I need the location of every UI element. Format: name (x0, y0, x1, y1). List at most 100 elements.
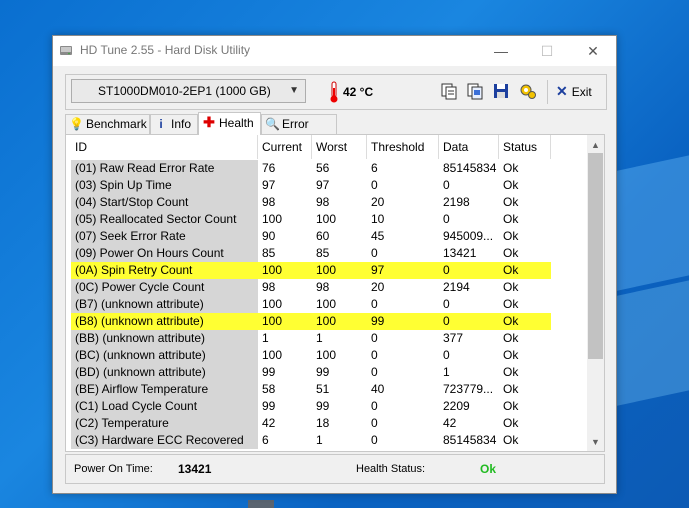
column-header-id[interactable]: ID (71, 135, 258, 159)
cell-data: 723779... (443, 382, 494, 396)
exit-button[interactable]: ✕ Exit (556, 83, 592, 100)
cell-worst: 1 (316, 331, 323, 345)
tab-error-scan[interactable]: 🔍Error Scan (261, 114, 337, 150)
cell-threshold: 0 (371, 416, 378, 430)
cell-threshold: 0 (371, 399, 378, 413)
title-bar[interactable]: HD Tune 2.55 - Hard Disk Utility — ☐ ✕ (53, 36, 616, 66)
cell-data: 13421 (443, 246, 477, 260)
cell-id: (01) Raw Read Error Rate (71, 160, 258, 177)
table-row[interactable]: (0A) Spin Retry Count 100 100 97 0 Ok (71, 262, 551, 279)
table-row[interactable]: (C2) Temperature 42 18 0 42 Ok (71, 415, 551, 432)
cell-threshold: 97 (371, 263, 385, 277)
lightbulb-icon: 💡 (69, 117, 84, 131)
table-row[interactable]: (BC) (unknown attribute) 100 100 0 0 Ok (71, 347, 551, 364)
cell-id: (03) Spin Up Time (71, 177, 258, 194)
table-row[interactable]: (01) Raw Read Error Rate 76 56 6 85145834 Ok (71, 160, 551, 177)
column-header-status[interactable]: Status (499, 135, 551, 159)
cell-data: 42 (443, 416, 457, 430)
cell-id: (BC) (unknown attribute) (71, 347, 258, 364)
cell-worst: 99 (316, 399, 330, 413)
info-icon: i (159, 117, 163, 131)
hard-disk-app-icon (60, 46, 72, 55)
cell-data: 0 (443, 297, 450, 311)
table-row[interactable]: (C1) Load Cycle Count 99 99 0 2209 Ok (71, 398, 551, 415)
scroll-down-arrow-icon[interactable]: ▼ (587, 434, 604, 451)
cell-worst: 100 (316, 348, 337, 362)
cell-current: 100 (262, 348, 283, 362)
maximize-button[interactable]: ☐ (524, 36, 570, 66)
cell-current: 99 (262, 365, 276, 379)
cell-data: 2209 (443, 399, 470, 413)
cell-current: 100 (262, 297, 283, 311)
cell-current: 76 (262, 161, 276, 175)
table-row[interactable]: (04) Start/Stop Count 98 98 20 2198 Ok (71, 194, 551, 211)
tab-benchmark[interactable]: 💡 Benchmark (65, 114, 150, 134)
thermometer-icon (330, 81, 338, 103)
cell-status: Ok (503, 195, 519, 209)
cell-threshold: 45 (371, 229, 385, 243)
column-header-threshold[interactable]: Threshold (367, 135, 439, 159)
cell-data: 2194 (443, 280, 470, 294)
copy-text-icon[interactable] (440, 82, 458, 100)
table-row[interactable]: (BD) (unknown attribute) 99 99 0 1 Ok (71, 364, 551, 381)
minimize-button[interactable]: — (478, 36, 524, 66)
column-header-data[interactable]: Data (439, 135, 499, 159)
scrollbar-thumb[interactable] (588, 153, 603, 359)
cell-status: Ok (503, 263, 519, 277)
cell-worst: 18 (316, 416, 330, 430)
cell-current: 97 (262, 178, 276, 192)
cell-worst: 100 (316, 263, 337, 277)
table-row[interactable]: (B8) (unknown attribute) 100 100 99 0 Ok (71, 313, 551, 330)
copy-screenshot-icon[interactable] (466, 82, 484, 100)
scroll-up-arrow-icon[interactable]: ▲ (587, 137, 604, 154)
cell-id: (B7) (unknown attribute) (71, 296, 258, 313)
table-row[interactable]: (07) Seek Error Rate 90 60 45 945009... Ok (71, 228, 551, 245)
exit-label: Exit (571, 85, 592, 99)
table-row[interactable]: (B7) (unknown attribute) 100 100 0 0 Ok (71, 296, 551, 313)
cell-data: 0 (443, 178, 450, 192)
drive-select-value: ST1000DM010-2EP1 (1000 GB) (98, 84, 271, 98)
table-row[interactable]: (09) Power On Hours Count 85 85 0 13421 Ok (71, 245, 551, 262)
table-row[interactable]: (C3) Hardware ECC Recovered 6 1 0 85145834 Ok (71, 432, 551, 449)
window-title: HD Tune 2.55 - Hard Disk Utility (80, 43, 251, 57)
cell-data: 945009... (443, 229, 494, 243)
cell-current: 1 (262, 331, 269, 345)
cell-id: (B8) (unknown attribute) (71, 313, 258, 330)
tab-info[interactable]: i Info (150, 114, 198, 134)
table-row[interactable]: (BB) (unknown attribute) 1 1 0 377 Ok (71, 330, 551, 347)
table-row[interactable]: (0C) Power Cycle Count 98 98 20 2194 Ok (71, 279, 551, 296)
cell-worst: 98 (316, 195, 330, 209)
cell-worst: 99 (316, 365, 330, 379)
cell-status: Ok (503, 382, 519, 396)
column-header-current[interactable]: Current (258, 135, 312, 159)
options-icon[interactable] (519, 82, 537, 100)
table-row[interactable]: (BE) Airflow Temperature 58 51 40 723779... O… (71, 381, 551, 398)
power-on-time-label: Power On Time: (74, 463, 153, 475)
drive-select[interactable]: ST1000DM010-2EP1 (1000 GB) ▼ (71, 79, 306, 103)
cell-threshold: 0 (371, 297, 378, 311)
column-header-worst[interactable]: Worst (312, 135, 367, 159)
close-button[interactable]: ✕ (570, 36, 616, 66)
table-row[interactable]: (03) Spin Up Time 97 97 0 0 Ok (71, 177, 551, 194)
table-row[interactable]: (05) Reallocated Sector Count 100 100 10 0 Ok (71, 211, 551, 228)
cell-threshold: 6 (371, 161, 378, 175)
cell-worst: 56 (316, 161, 330, 175)
cell-data: 0 (443, 348, 450, 362)
cell-data: 0 (443, 263, 450, 277)
cell-id: (BB) (unknown attribute) (71, 330, 258, 347)
cell-threshold: 10 (371, 212, 385, 226)
cell-current: 98 (262, 195, 276, 209)
cell-id: (BD) (unknown attribute) (71, 364, 258, 381)
vertical-scrollbar[interactable]: ▲ ▼ (587, 135, 604, 451)
health-panel: ID Current Worst Threshold Data Status (… (65, 134, 605, 452)
cell-current: 90 (262, 229, 276, 243)
cell-status: Ok (503, 365, 519, 379)
cell-worst: 1 (316, 433, 323, 447)
tab-health[interactable]: ✚ Health (198, 112, 261, 135)
hdtune-window: HD Tune 2.55 - Hard Disk Utility — ☐ ✕ S… (52, 35, 617, 494)
cell-worst: 97 (316, 178, 330, 192)
cell-threshold: 20 (371, 195, 385, 209)
cell-current: 98 (262, 280, 276, 294)
cell-current: 6 (262, 433, 269, 447)
save-icon[interactable] (492, 82, 510, 100)
